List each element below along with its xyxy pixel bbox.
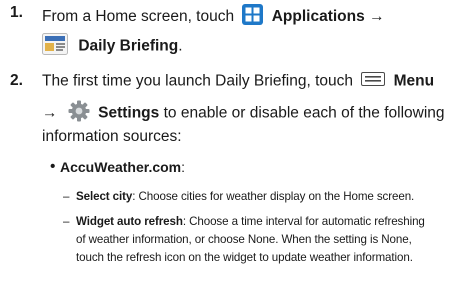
step-2-line-1: The first time you launch Daily Briefing… — [42, 72, 434, 91]
dash: – — [63, 190, 70, 203]
daily-briefing-icon — [42, 33, 68, 60]
applications-label: Applications — [271, 8, 365, 26]
source-bullet: • — [50, 158, 55, 176]
item-desc: of weather information, or choose None. … — [76, 233, 412, 246]
item-term: Select city — [76, 190, 133, 203]
daily-briefing-label: Daily Briefing — [78, 37, 179, 55]
source-colon: : — [181, 159, 186, 175]
step-1-line-2: Daily Briefing. — [42, 33, 183, 60]
settings-label: Settings — [98, 104, 160, 122]
source-heading: AccuWeather.com: — [60, 159, 185, 175]
period: . — [178, 37, 183, 55]
step-2-line-3: information sources: — [42, 128, 182, 146]
step-2: 2. — [10, 72, 23, 90]
source-name: AccuWeather.com — [60, 159, 182, 175]
settings-icon — [68, 100, 90, 127]
list-item: – — [63, 215, 69, 228]
item-desc: : Choose cities for weather display on t… — [132, 190, 415, 203]
item-desc-line: of weather information, or choose None. … — [76, 233, 412, 246]
item-term: Widget auto refresh — [76, 215, 183, 228]
applications-icon — [242, 4, 264, 30]
item-desc: touch the refresh icon on the widget to … — [76, 251, 413, 264]
menu-icon — [361, 72, 386, 91]
step-text: From a Home screen, touch — [42, 8, 235, 26]
list-item-widget-refresh: Widget auto refresh: Choose a time inter… — [76, 215, 425, 228]
step-1: 1. — [10, 4, 23, 22]
step-text: information sources: — [42, 128, 182, 145]
step-1-line-1: From a Home screen, touch Applications → — [42, 4, 385, 30]
dash: – — [63, 215, 70, 228]
step-number: 2. — [10, 72, 23, 89]
arrow: → — [369, 8, 385, 26]
step-text: The first time you launch Daily Briefing… — [42, 72, 353, 90]
step-2-line-2: → Settings to enable or disable each of … — [42, 100, 445, 127]
item-desc: : Choose a time interval for automatic r… — [182, 215, 425, 228]
item-desc-line: touch the refresh icon on the widget to … — [76, 251, 413, 264]
step-number: 1. — [10, 4, 23, 21]
list-item: – — [63, 190, 69, 203]
arrow: → — [42, 104, 58, 122]
bullet: • — [50, 158, 56, 175]
step-text: to enable or disable each of the followi… — [163, 104, 445, 122]
menu-label: Menu — [393, 72, 435, 90]
list-item-select-city: Select city: Choose cities for weather d… — [76, 190, 414, 203]
